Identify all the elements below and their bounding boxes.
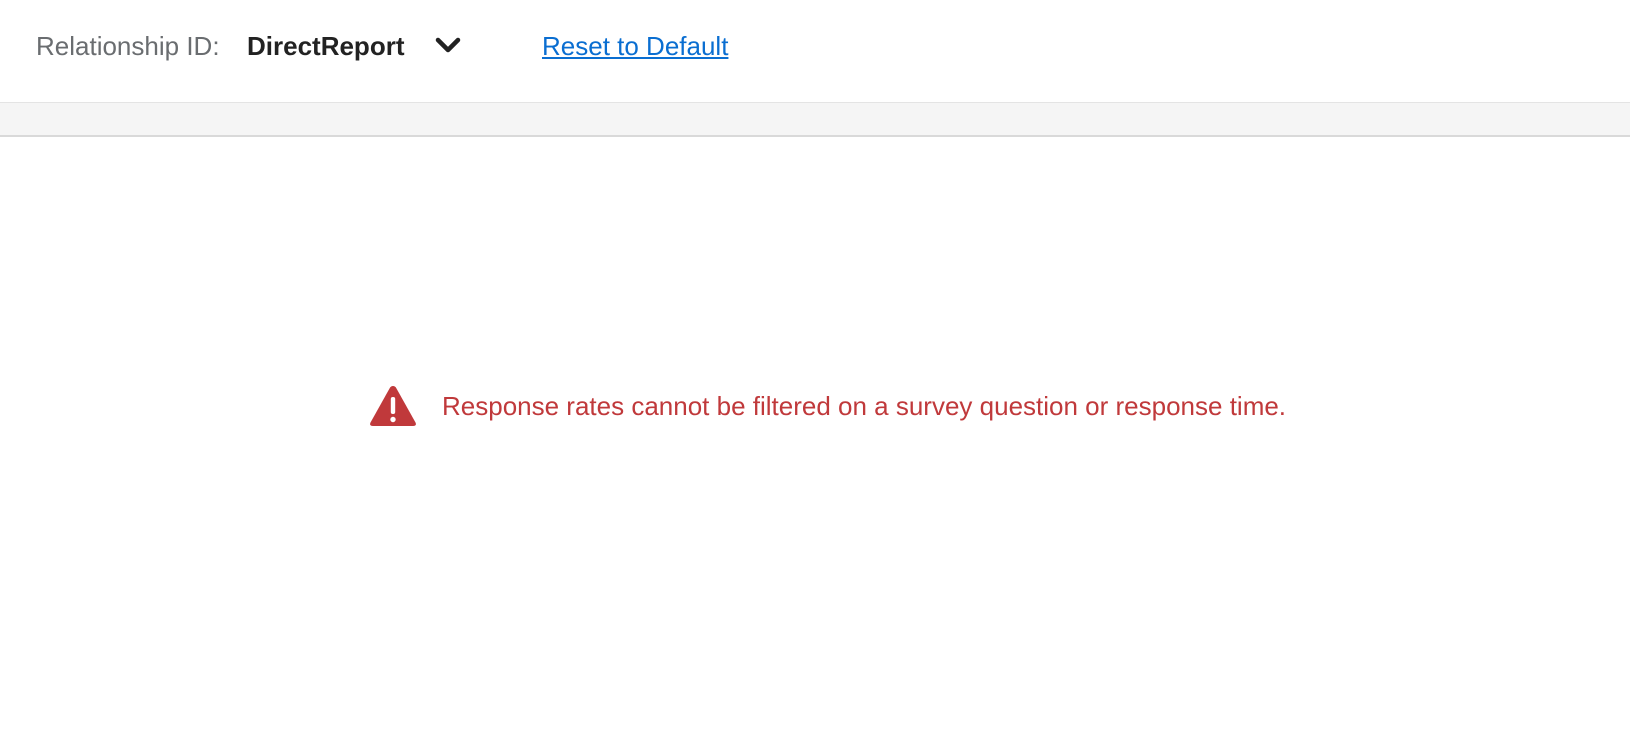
chevron-down-icon-graphic [435, 37, 461, 53]
error-message-text: Response rates cannot be filtered on a s… [442, 391, 1287, 421]
relationship-id-label: Relationship ID: [36, 31, 220, 61]
reset-to-default-link[interactable]: Reset to Default [542, 31, 728, 61]
filter-bar: Relationship ID: DirectReport Reset to D… [0, 0, 1630, 103]
warning-icon [370, 386, 416, 426]
page: Relationship ID: DirectReport Reset to D… [0, 0, 1630, 730]
content-area: Response rates cannot be filtered on a s… [0, 137, 1630, 730]
chevron-down-icon[interactable] [434, 33, 462, 59]
error-message: Response rates cannot be filtered on a s… [368, 382, 1286, 430]
toolbar-strip [0, 103, 1630, 137]
relationship-id-value[interactable]: DirectReport [247, 31, 404, 61]
